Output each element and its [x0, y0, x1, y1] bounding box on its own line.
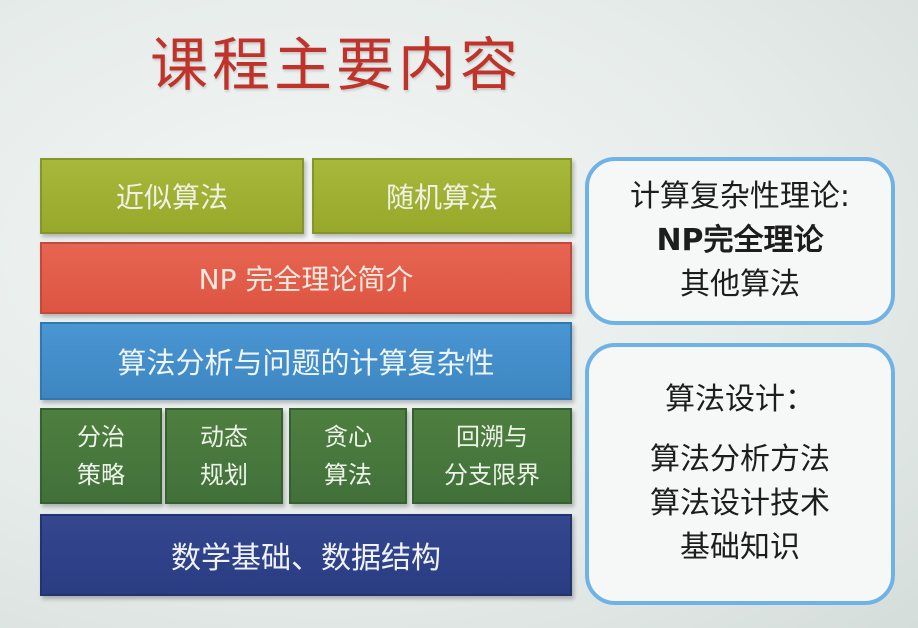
block-greedy-algorithms: 贪心 算法	[289, 408, 407, 504]
block-approximation-algorithms: 近似算法	[40, 158, 304, 234]
block-randomized-algorithms: 随机算法	[312, 158, 572, 234]
panel-complexity-theory: 计算复杂性理论: NP完全理论 其他算法	[585, 157, 895, 325]
block-math-data-structures: 数学基础、数据结构	[40, 514, 572, 596]
panel-design-fundamentals: 基础知识	[680, 530, 800, 565]
panel-complexity-heading: 计算复杂性理论:	[629, 179, 851, 214]
block-np-complete-intro: NP 完全理论简介	[40, 242, 572, 314]
block-algorithm-analysis: 算法分析与问题的计算复杂性	[40, 322, 572, 400]
panel-complexity-np: NP完全理论	[656, 223, 824, 258]
panel-design-analysis-methods: 算法分析方法	[650, 442, 830, 477]
block-dynamic-programming: 动态 规划	[165, 408, 283, 504]
panel-algorithm-design: 算法设计： 算法分析方法 算法设计技术 基础知识	[585, 343, 895, 605]
slide-title: 课程主要内容	[150, 31, 523, 99]
block-backtracking-branch-bound: 回溯与 分支限界	[412, 408, 572, 504]
panel-design-heading: 算法设计：	[665, 382, 815, 417]
panel-complexity-other: 其他算法	[680, 267, 800, 302]
panel-design-techniques: 算法设计技术	[650, 486, 830, 521]
block-divide-and-conquer: 分治 策略	[40, 408, 162, 504]
